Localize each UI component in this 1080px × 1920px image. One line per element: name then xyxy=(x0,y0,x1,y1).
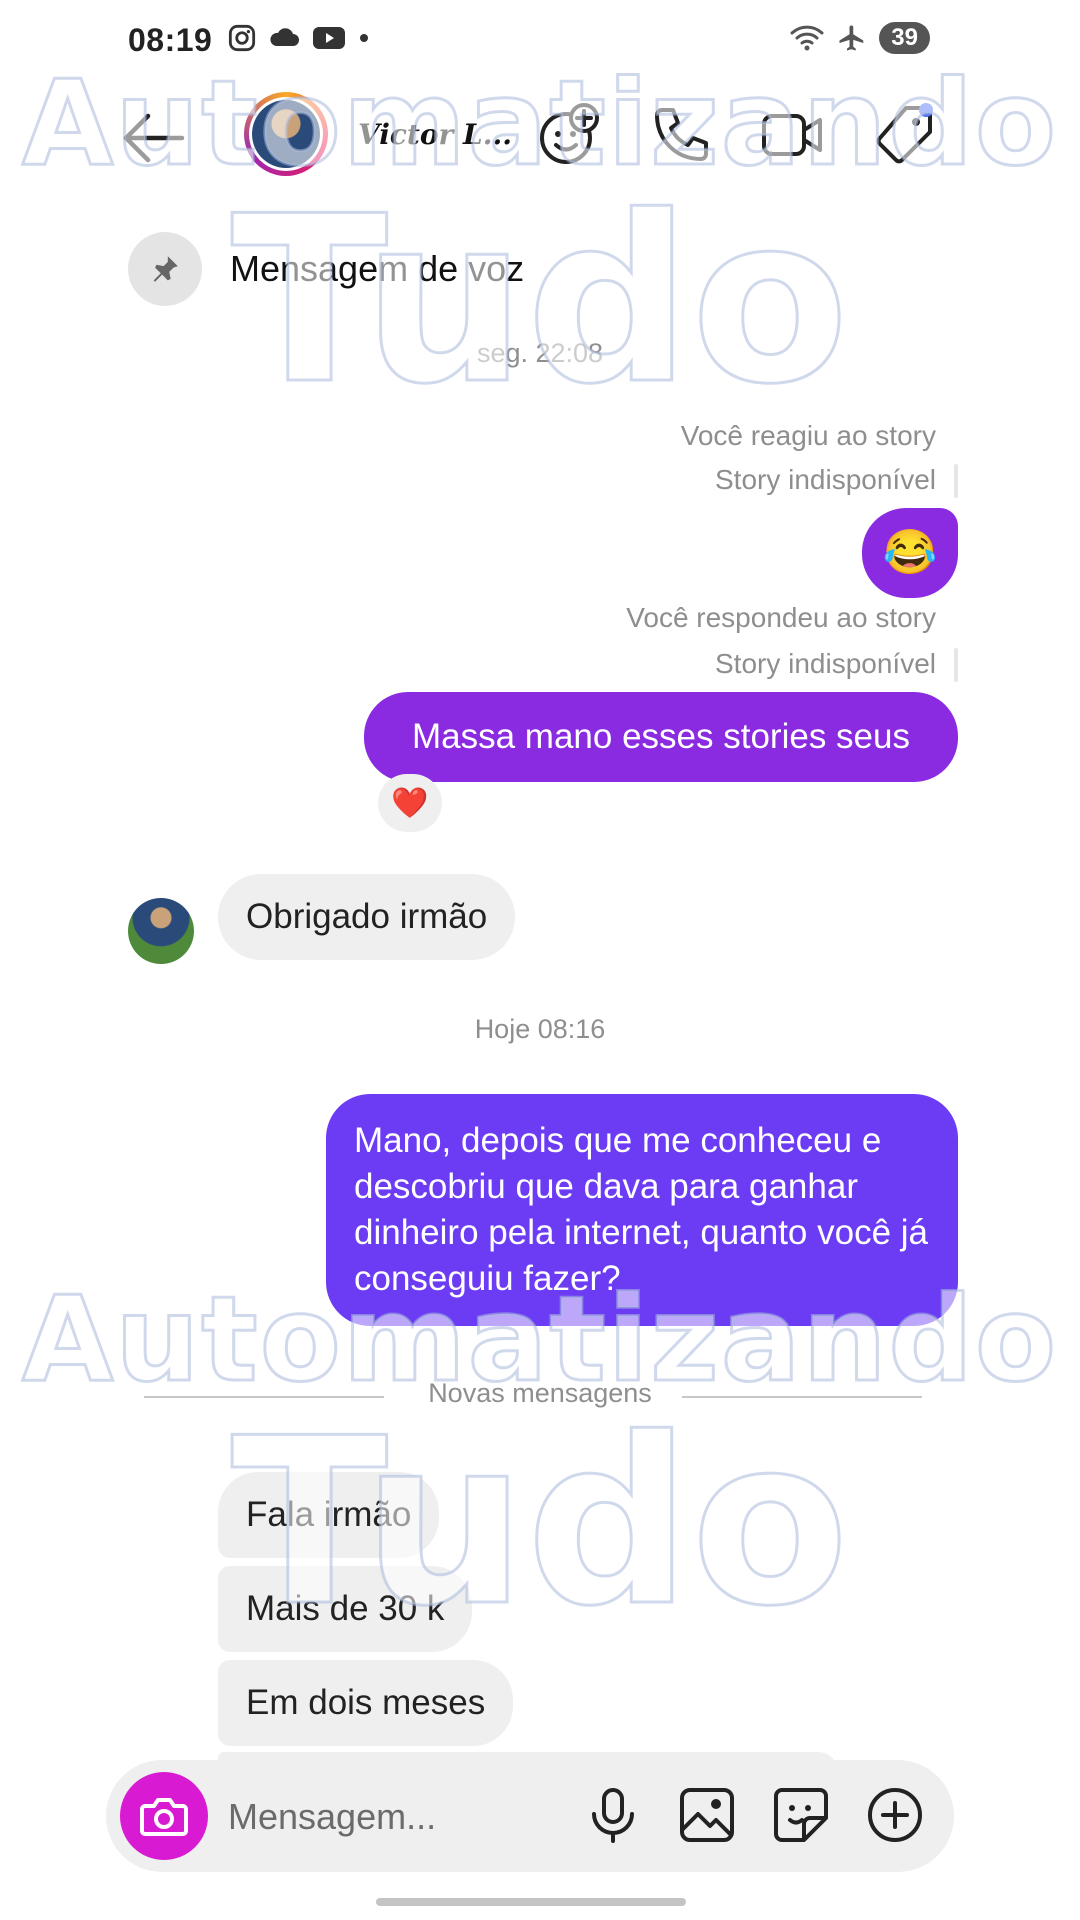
sender-avatar[interactable] xyxy=(128,898,194,964)
sticker-icon[interactable] xyxy=(768,1782,834,1848)
back-arrow-icon[interactable] xyxy=(118,108,188,168)
camera-button[interactable] xyxy=(120,1772,208,1860)
camera-icon xyxy=(140,1798,188,1836)
heart-reaction[interactable]: ❤️ xyxy=(378,774,442,832)
wifi-icon xyxy=(790,25,824,51)
battery-level: 39 xyxy=(879,22,930,54)
dot-icon xyxy=(360,34,368,42)
microphone-icon[interactable] xyxy=(580,1782,646,1848)
contact-avatar[interactable] xyxy=(244,92,328,176)
incoming-message[interactable]: Em dois meses xyxy=(218,1660,514,1746)
story-unavailable-label: Story indisponível xyxy=(714,648,936,679)
story-reaction-note: Você reagiu ao story xyxy=(680,420,936,451)
timestamp: Hoje 08:16 xyxy=(474,1014,606,1044)
instagram-icon xyxy=(228,24,256,52)
cloud-icon xyxy=(270,28,299,46)
airplane-icon xyxy=(839,25,864,51)
emoji-message-bubble[interactable]: 😂 xyxy=(862,508,958,598)
pin-icon xyxy=(153,256,178,282)
outgoing-message[interactable]: Massa mano esses stories seus xyxy=(364,692,958,782)
reply-indicator-bar xyxy=(954,648,958,682)
incoming-message[interactable]: Mais de 30 k xyxy=(218,1566,473,1652)
status-icons-right: 39 xyxy=(789,22,930,54)
phone-icon[interactable] xyxy=(648,102,714,168)
story-unavailable-label: Story indisponível xyxy=(714,464,936,495)
new-messages-divider: Novas mensagens xyxy=(428,1378,652,1408)
story-reply-note: Você respondeu ao story xyxy=(626,602,936,633)
pinned-message-icon[interactable] xyxy=(128,232,202,306)
reply-indicator-bar xyxy=(954,464,958,498)
watermark-line-2: Tudo xyxy=(229,1389,850,1659)
status-icons-left xyxy=(228,24,370,52)
youtube-icon xyxy=(313,27,345,49)
video-camera-icon[interactable] xyxy=(760,102,826,168)
outgoing-message[interactable]: Mano, depois que me conheceu e descobriu… xyxy=(326,1094,958,1326)
message-input[interactable] xyxy=(226,1788,560,1846)
contact-name[interactable]: Victor L... xyxy=(358,118,512,151)
image-icon[interactable] xyxy=(674,1782,740,1848)
home-indicator[interactable] xyxy=(376,1898,686,1906)
incoming-message[interactable]: Fala irmão xyxy=(218,1472,440,1558)
avatar-image xyxy=(252,100,320,168)
pinned-message-label[interactable]: Mensagem de voz xyxy=(230,248,524,290)
tag-icon[interactable] xyxy=(872,102,938,168)
status-time: 08:19 xyxy=(128,22,213,58)
incoming-message[interactable]: Obrigado irmão xyxy=(218,874,516,960)
plus-circle-icon[interactable] xyxy=(862,1782,928,1848)
face-add-icon[interactable] xyxy=(536,102,602,168)
timestamp: seg. 22:08 xyxy=(476,338,604,368)
